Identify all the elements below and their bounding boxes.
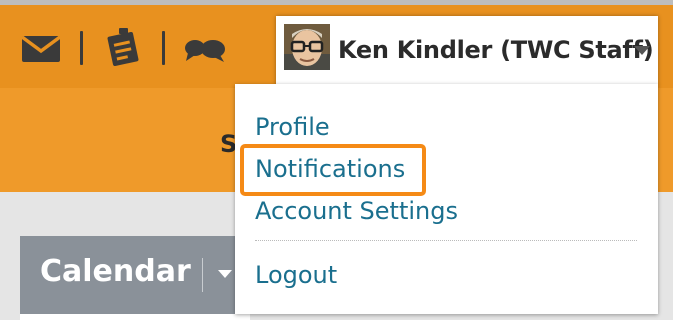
menu-item-logout[interactable]: Logout <box>255 261 337 289</box>
mail-icon[interactable] <box>20 35 62 62</box>
user-name: Ken Kindler (TWC Staff) <box>338 36 654 64</box>
top-edge-strip <box>0 0 673 5</box>
calendar-title: Calendar <box>40 254 191 289</box>
menu-item-account-settings[interactable]: Account Settings <box>255 197 458 225</box>
menu-item-profile[interactable]: Profile <box>255 113 330 141</box>
user-dropdown-menu: Profile Notifications Account Settings L… <box>235 84 658 314</box>
menu-divider <box>255 240 637 241</box>
avatar-icon <box>284 24 330 70</box>
chevron-down-icon <box>634 46 650 55</box>
calendar-widget-body <box>20 314 250 320</box>
user-menu-button[interactable]: Ken Kindler (TWC Staff) <box>276 16 658 86</box>
clipboard-icon-graphic <box>107 28 139 67</box>
mail-icon-graphic <box>20 35 62 62</box>
calendar-title-divider <box>202 258 203 292</box>
notifications-highlight-box <box>240 144 426 196</box>
chevron-down-icon[interactable] <box>218 270 232 278</box>
clipboard-icon[interactable] <box>105 28 141 67</box>
chat-bubbles-icon[interactable] <box>184 38 226 62</box>
header-separator <box>162 31 165 65</box>
chat-bubbles-icon-graphic <box>185 40 225 62</box>
calendar-widget-header: Calendar <box>20 236 250 314</box>
avatar-graphic <box>284 24 330 70</box>
header-separator <box>80 31 83 65</box>
